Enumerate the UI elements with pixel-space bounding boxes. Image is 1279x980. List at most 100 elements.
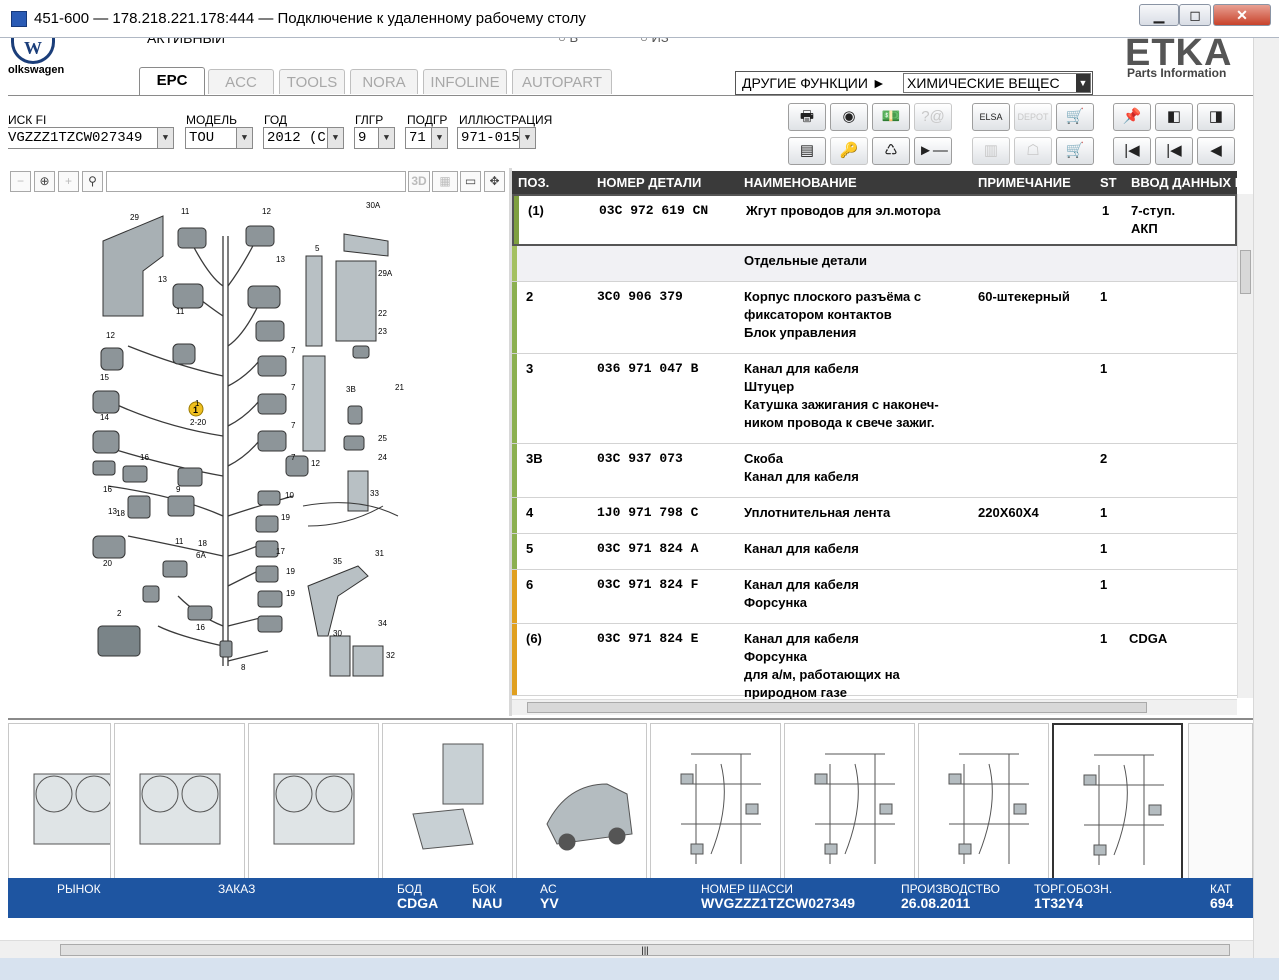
split-view-icon[interactable]: ▭ (460, 171, 481, 192)
diagram-label[interactable]: 11 (175, 537, 184, 546)
diagram-label[interactable]: 3B (346, 385, 356, 394)
previous-icon[interactable]: |◀ (1155, 137, 1193, 165)
diagram-label[interactable]: 8 (241, 663, 246, 672)
col-name[interactable]: НАИМЕНОВАНИЕ (744, 175, 857, 190)
search-icon[interactable]: ⚲ (82, 171, 103, 192)
diagram-label[interactable]: 11 (176, 307, 185, 316)
diagram-label[interactable]: 29A (378, 269, 393, 278)
group-select[interactable]: 9 ▼ (354, 127, 395, 149)
radio-iz[interactable]: ○ ИЗ (640, 38, 669, 45)
zoom-in-icon[interactable]: + (58, 171, 79, 192)
back-icon[interactable]: ◀ (1197, 137, 1235, 165)
diagram-label[interactable]: 11 (181, 207, 190, 216)
wiring-diagram[interactable]: 1 2-20 2911 1213530A29A131211177772223213… (8, 196, 508, 716)
diagram-label[interactable]: 23 (378, 327, 387, 336)
compare-icon[interactable]: ▥ (972, 137, 1010, 165)
diagram-label[interactable]: 22 (378, 309, 387, 318)
thumbnail[interactable]: 971-002 (784, 723, 915, 897)
vin-select[interactable]: VGZZZ1TZCW027349 ▼ (8, 127, 174, 149)
window-vscrollbar[interactable] (1253, 38, 1279, 958)
table-row[interactable]: 5 03C 971 824 A Канал для кабеля 1 (512, 534, 1237, 570)
cart-add-icon[interactable]: 🛒 (1056, 103, 1094, 131)
diagram-label[interactable]: 17 (276, 547, 285, 556)
table-vscrollbar[interactable] (1237, 194, 1253, 698)
diagram-label[interactable]: 18 (198, 539, 207, 548)
year-select[interactable]: 2012 (C) ▼ (263, 127, 344, 149)
house-icon[interactable]: ☖ (1014, 137, 1052, 165)
thumbnail-partial[interactable] (1188, 723, 1253, 897)
thumbnail[interactable]: 959-051 (114, 723, 245, 897)
close-button[interactable]: ✕ (1213, 4, 1271, 26)
thumbnail[interactable]: 971-012 (918, 723, 1049, 897)
diagram-label[interactable]: 24 (378, 453, 387, 462)
table-row[interactable]: 6 03C 971 824 F Канал для кабеля Форсунка 1 (512, 570, 1237, 624)
diagram-label[interactable]: 16 (196, 623, 205, 632)
illustration-search-input[interactable] (106, 171, 406, 192)
diagram-label[interactable]: 30 (333, 629, 342, 638)
radio-v[interactable]: ○ В (558, 38, 578, 45)
diagram-label[interactable]: 14 (100, 413, 109, 422)
thumbnail[interactable]: 971-001 (650, 723, 781, 897)
diagram-label[interactable]: 21 (395, 383, 404, 392)
depot-icon[interactable]: DEPOT (1014, 103, 1052, 131)
diagram-label[interactable]: 35 (333, 557, 342, 566)
list-icon[interactable]: ▤ (788, 137, 826, 165)
table-row[interactable]: (1) 03C 972 619 CN Жгут проводов для эл.мо… (512, 194, 1237, 246)
diagram-label[interactable]: 12 (262, 207, 271, 216)
zoom-fit-icon[interactable]: ⊕ (34, 171, 55, 192)
diagram-label[interactable]: 9 (176, 485, 181, 494)
money-icon[interactable]: 💵 (872, 103, 910, 131)
elsa-icon[interactable]: ELSA (972, 103, 1010, 131)
diagram-label[interactable]: 13 (276, 255, 285, 264)
zoom-out-icon[interactable]: − (10, 171, 31, 192)
diagram-label[interactable]: 6A (196, 551, 206, 560)
diagram-label[interactable]: 31 (375, 549, 384, 558)
key-icon[interactable]: 🔑 (830, 137, 868, 165)
diagram-label[interactable]: 7 (291, 421, 296, 430)
diagram-label[interactable]: 32 (386, 651, 395, 660)
table-row[interactable]: 2 3C0 906 379 Корпус плоского разъёма с фи… (512, 282, 1237, 354)
table-hscrollbar[interactable] (512, 699, 1237, 715)
other-functions-label[interactable]: ДРУГИЕ ФУНКЦИИ ► (742, 75, 886, 91)
diagram-label[interactable]: 2 (117, 609, 122, 618)
next-page-icon[interactable]: ◨ (1197, 103, 1235, 131)
window-hscroll-thumb[interactable]: ||| (60, 944, 1230, 956)
table-row[interactable]: 3 036 971 047 B Канал для кабеля Штуцер Ка… (512, 354, 1237, 444)
minimize-button[interactable]: ▁ (1139, 4, 1179, 26)
thumbnail[interactable]: 971-015 (1052, 723, 1183, 897)
view-3d-button[interactable]: 3D (408, 171, 430, 192)
table-row[interactable]: (6) 03C 971 824 E Канал для кабеля Форсунк… (512, 624, 1237, 700)
diagram-label[interactable]: 25 (378, 434, 387, 443)
diagram-label[interactable]: 1 (195, 399, 200, 408)
pin-icon[interactable]: 📌 (1113, 103, 1151, 131)
diagram-label[interactable]: 5 (315, 244, 320, 253)
move-icon[interactable]: ✥ (484, 171, 505, 192)
col-part-number[interactable]: НОМЕР ДЕТАЛИ (597, 175, 701, 190)
print-icon[interactable]: 🖶 (788, 103, 826, 131)
col-note[interactable]: ПРИМЕЧАНИЕ (978, 175, 1071, 190)
grid-view-icon[interactable]: ▦ (432, 171, 458, 192)
table-row[interactable]: 3B 03C 937 073 Скоба Канал для кабеля 2 (512, 444, 1237, 498)
cart-icon[interactable]: 🛒 (1056, 137, 1094, 165)
tab-acc[interactable]: ACC (208, 69, 274, 94)
diagram-label[interactable]: 20 (103, 559, 112, 568)
diagram-label[interactable]: 7 (291, 383, 296, 392)
recycle-icon[interactable]: ♺ (872, 137, 910, 165)
prev-page-icon[interactable]: ◧ (1155, 103, 1193, 131)
disc-icon[interactable]: ◉ (830, 103, 868, 131)
table-hscroll-thumb[interactable] (527, 702, 1147, 713)
table-row[interactable]: Отдельные детали (512, 246, 1237, 282)
first-icon[interactable]: |◀ (1113, 137, 1151, 165)
thumbnail[interactable]: 959-052 (248, 723, 379, 897)
diagram-label[interactable]: 19 (286, 589, 295, 598)
table-row[interactable]: 4 1J0 971 798 C Уплотнительная лента 220X60… (512, 498, 1237, 534)
tab-epc[interactable]: EPC (139, 67, 205, 96)
diagram-label[interactable]: 30A (366, 201, 381, 210)
illustration-select[interactable]: 971-015 ▼ (457, 127, 536, 149)
other-functions-select[interactable]: ХИМИЧЕСКИЕ ВЕЩЕС ▼ (903, 73, 1091, 93)
search-at-icon[interactable]: ?@ (914, 103, 952, 131)
diagram-label[interactable]: 18 (116, 509, 125, 518)
diagram-label[interactable]: 12 (311, 459, 320, 468)
tab-infoline[interactable]: INFOLINE (423, 69, 507, 94)
diagram-label[interactable]: 16 (140, 453, 149, 462)
